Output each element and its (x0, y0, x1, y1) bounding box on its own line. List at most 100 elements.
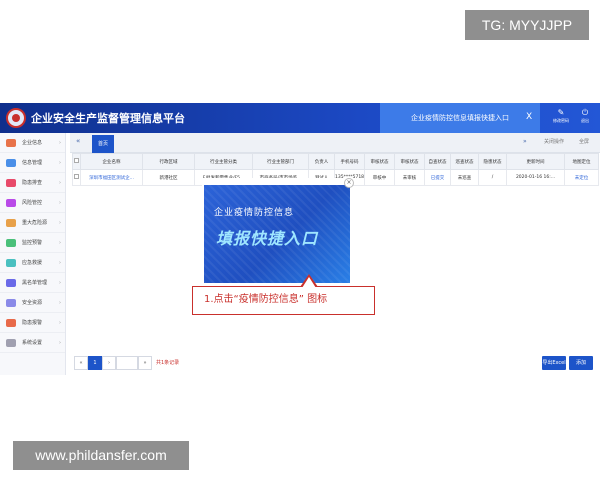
column-header: 行业主管分类 (194, 153, 253, 170)
sidebar-item[interactable]: 信息管理 › (0, 153, 65, 173)
sidebar-item-label: 隐患排查 (22, 180, 43, 186)
edit-password-icon[interactable]: ✎ 修改密码 (550, 107, 572, 124)
blacklist-icon (6, 279, 16, 287)
sidebar-item[interactable]: 应急救援 › (0, 253, 65, 273)
total-records: 共1条记录 (156, 360, 180, 366)
table-cell: 2020-01-16 16:... (506, 169, 565, 186)
epidemic-entry-popup[interactable]: 企业疫情防控信息 填报快捷入口 (202, 178, 352, 284)
table-cell: 审核中 (364, 169, 395, 186)
sidebar-item[interactable]: 重大危险源 › (0, 213, 65, 233)
watermark-top: TG: MYYJJPP (465, 10, 589, 40)
company-icon (6, 139, 16, 147)
column-header: 手机号码 (334, 153, 365, 170)
page-first-button[interactable]: « (74, 356, 88, 370)
page-jump-input[interactable] (116, 356, 138, 370)
column-header: 审核状态 (394, 153, 425, 170)
info-icon (6, 159, 16, 167)
fullscreen-button[interactable]: 全屏 (579, 138, 589, 145)
alarm-icon (6, 319, 16, 327)
column-header: 企业名称 (80, 153, 143, 170)
tab-epidemic-entry[interactable]: 企业疫情防控信息填报快捷入口 (380, 103, 540, 133)
sidebar-item-label: 企业信息 (22, 140, 43, 146)
export-excel-button[interactable]: 导出Excel (542, 356, 566, 370)
sidebar-item-label: 黑名单管理 (22, 280, 48, 286)
column-header: 审核状态 (364, 153, 395, 170)
sidebar: 企业信息 › 信息管理 › 隐患排查 › 风险管控 › 重大危险源 › 监控预警 › 应急救援 › 黑名单管… (0, 133, 66, 375)
rescue-icon (6, 259, 16, 267)
column-header: 行业主管部门 (252, 153, 309, 170)
table-header: 企业名称 行政区域 行业主管分类 行业主管部门 负责人 手机号码 审核状态 审核状态 自查状态巡… (72, 153, 599, 170)
chevron-right-icon: › (59, 300, 61, 306)
tab-bar: « 首页 » 关闭操作 全屏 (70, 133, 600, 153)
popup-subtitle: 企业疫情防控信息 (214, 208, 295, 218)
table-cell: / (478, 169, 507, 186)
danger-source-icon (6, 219, 16, 227)
table-cell (72, 169, 81, 186)
sidebar-item[interactable]: 系统设置 › (0, 333, 65, 353)
column-header: 巡查状态 (450, 153, 479, 170)
sidebar-item-label: 安全资源 (22, 300, 43, 306)
column-header: 更新时间 (506, 153, 565, 170)
column-header (72, 153, 81, 170)
table-cell: 未巡查 (450, 169, 479, 186)
watermark-bottom: www.phildansfer.com (13, 441, 189, 470)
chevron-right-icon: › (59, 180, 61, 186)
page-number-button[interactable]: 1 (88, 356, 102, 370)
risk-icon (6, 199, 16, 207)
sidebar-item-label: 应急救援 (22, 260, 43, 266)
close-operations-button[interactable]: 关闭操作 (544, 138, 564, 145)
column-header: 隐患状态 (478, 153, 507, 170)
top-header: 企业安全生产监督管理信息平台 企业疫情防控信息填报快捷入口 X ✎ 修改密码 ⏻… (0, 103, 600, 133)
select-all-checkbox[interactable] (74, 158, 79, 163)
row-checkbox[interactable] (74, 174, 79, 179)
sidebar-item-label: 隐患报警 (22, 320, 43, 326)
app-title: 企业安全生产监督管理信息平台 (31, 112, 185, 125)
chevron-right-icon: › (59, 320, 61, 326)
tab-home[interactable]: 首页 (92, 135, 114, 153)
column-header: 行政区域 (142, 153, 195, 170)
chevron-right-icon: › (59, 340, 61, 346)
sidebar-item[interactable]: 隐患报警 › (0, 313, 65, 333)
sidebar-item[interactable]: 企业信息 › (0, 133, 65, 153)
table-cell[interactable]: 未定位 (564, 169, 599, 186)
page-last-button[interactable]: » (138, 356, 152, 370)
instruction-callout: 1.点击“疫情防控信息” 图标 (192, 286, 375, 315)
chevron-right-icon: › (59, 200, 61, 206)
popup-title: 填报快捷入口 (216, 229, 319, 248)
sidebar-item-label: 信息管理 (22, 160, 43, 166)
column-header: 自查状态 (424, 153, 451, 170)
sidebar-item[interactable]: 隐患排查 › (0, 173, 65, 193)
chevron-right-icon: › (59, 280, 61, 286)
table-cell: 未审核 (394, 169, 425, 186)
sidebar-item-label: 风险管控 (22, 200, 43, 206)
sidebar-item-label: 系统设置 (22, 340, 43, 346)
sidebar-item[interactable]: 黑名单管理 › (0, 273, 65, 293)
tab-scroll-forward-icon[interactable]: » (523, 138, 527, 145)
chevron-right-icon: › (59, 260, 61, 266)
resource-icon (6, 299, 16, 307)
platform-logo-icon (6, 108, 26, 128)
chevron-right-icon: › (59, 240, 61, 246)
sidebar-item[interactable]: 风险管控 › (0, 193, 65, 213)
monitor-icon (6, 239, 16, 247)
sidebar-item[interactable]: 安全资源 › (0, 293, 65, 313)
chevron-right-icon: › (59, 220, 61, 226)
chevron-right-icon: › (59, 140, 61, 146)
table-cell: 新港社区 (142, 169, 195, 186)
popup-close-icon[interactable]: × (344, 178, 354, 188)
table-cell[interactable]: 深圳市福田区测试企... (80, 169, 143, 186)
settings-icon (6, 339, 16, 347)
logout-icon[interactable]: ⏻ 退出 (574, 107, 596, 124)
column-header: 负责人 (308, 153, 335, 170)
hazard-icon (6, 179, 16, 187)
tab-close-icon[interactable]: X (526, 112, 532, 122)
page-next-button[interactable]: › (102, 356, 116, 370)
tab-scroll-back-icon[interactable]: « (76, 137, 80, 145)
sidebar-item-label: 监控预警 (22, 240, 43, 246)
chevron-right-icon: › (59, 160, 61, 166)
sidebar-item[interactable]: 监控预警 › (0, 233, 65, 253)
table-cell[interactable]: 已提交 (424, 169, 451, 186)
add-button[interactable]: 添加 (569, 356, 593, 370)
sidebar-item-label: 重大危险源 (22, 220, 48, 226)
epidemic-entry-banner[interactable]: 企业疫情防控信息 填报快捷入口 (204, 185, 350, 283)
